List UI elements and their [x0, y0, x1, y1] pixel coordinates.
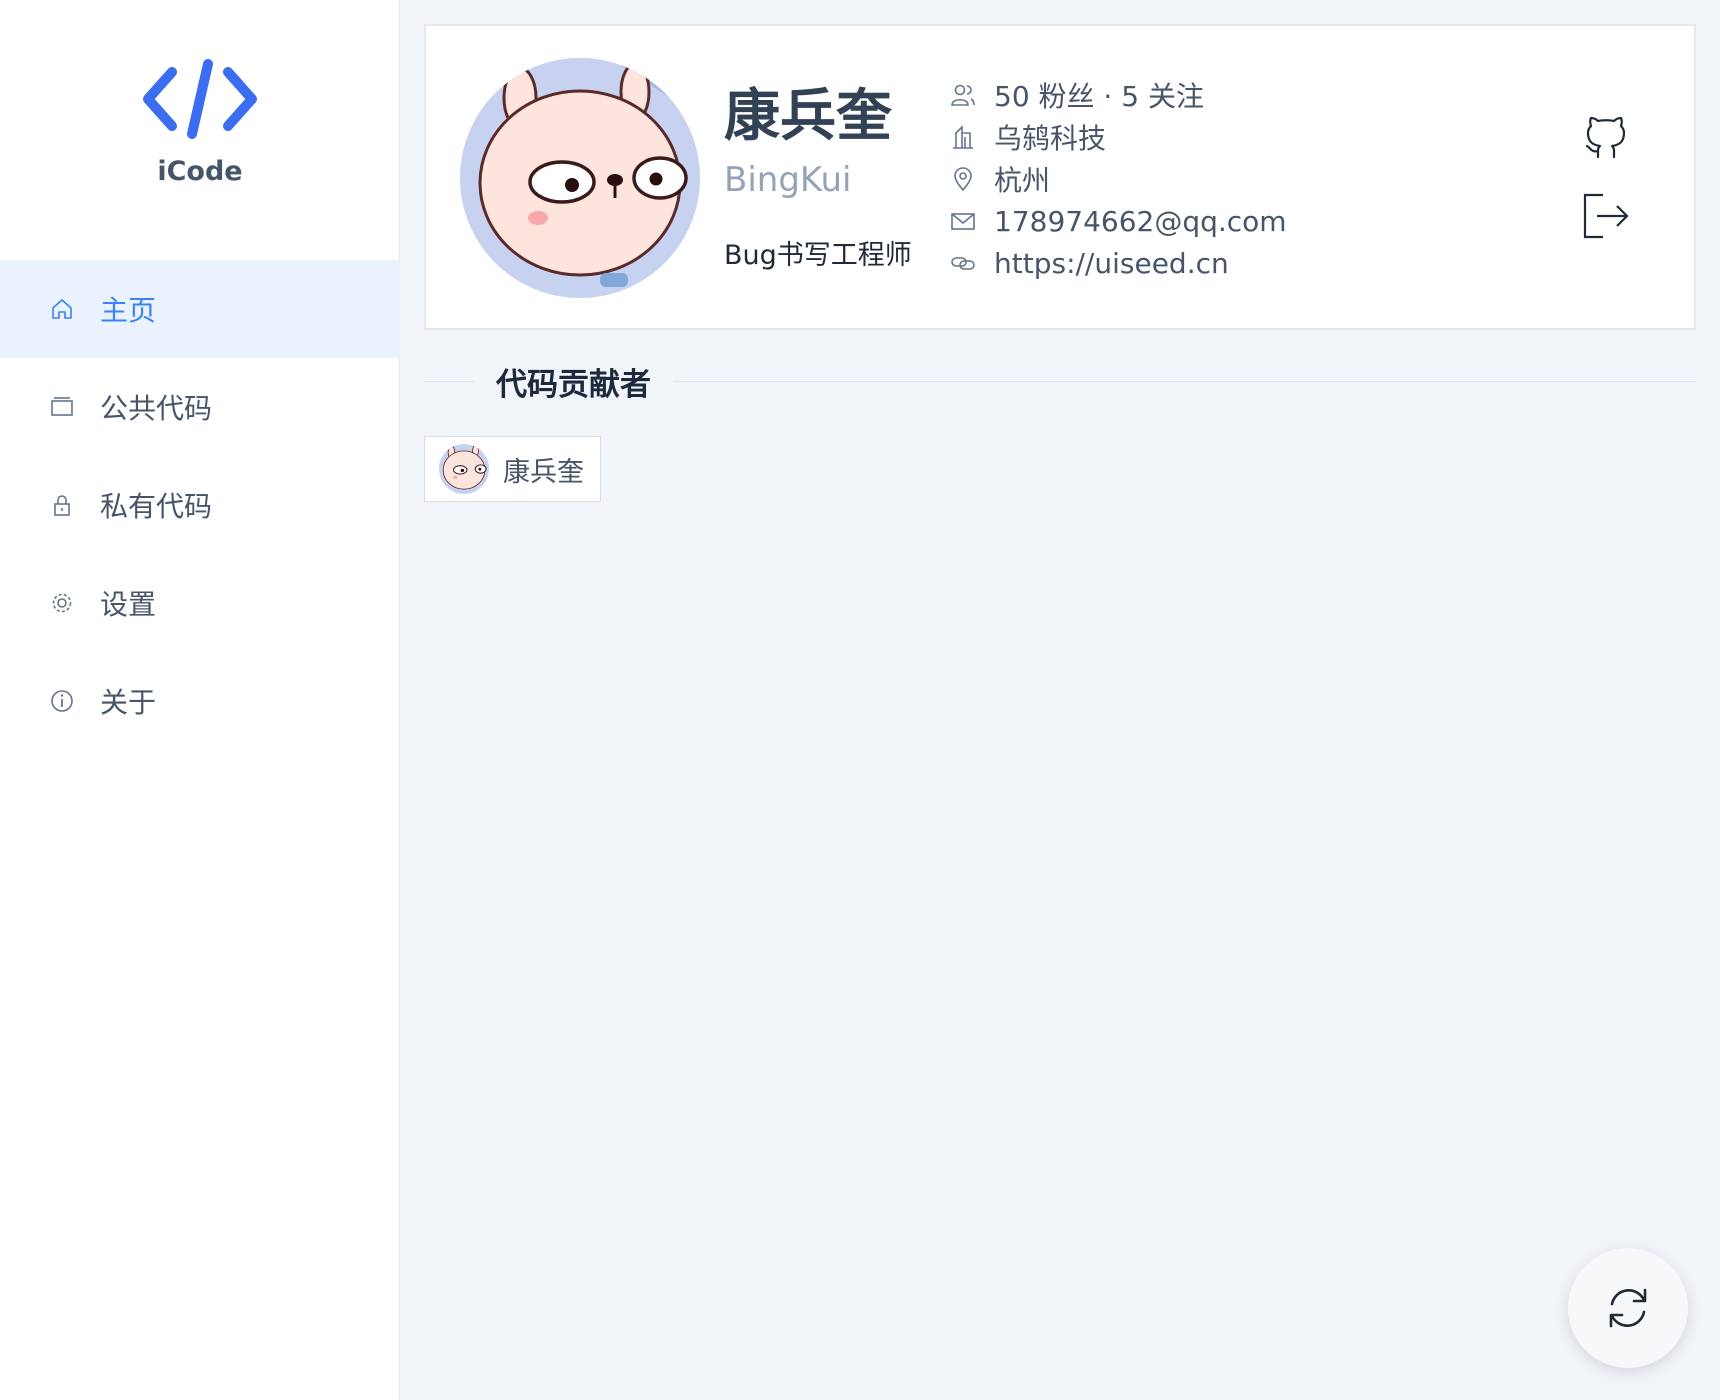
- sidebar-item-about[interactable]: 关于: [0, 652, 400, 750]
- contributor-item[interactable]: 康兵奎: [424, 436, 601, 502]
- github-button[interactable]: [1578, 110, 1634, 166]
- refresh-icon: [1609, 1288, 1647, 1328]
- users-icon: [948, 80, 978, 110]
- info-icon: [48, 687, 76, 715]
- profile-login: BingKui: [724, 159, 852, 200]
- profile-meta: 50 粉丝 · 5 关注 乌鸫科技 杭州 178974662@qq.com ht…: [948, 74, 1287, 284]
- sidebar-item-private-code[interactable]: 私有代码: [0, 456, 400, 554]
- contributor-name: 康兵奎: [503, 456, 584, 488]
- code-logo-icon: [143, 59, 257, 139]
- section-title: 代码贡献者: [496, 366, 651, 403]
- company-text: 乌鸫科技: [994, 122, 1107, 155]
- gear-icon: [48, 589, 76, 617]
- contributor-avatar: [439, 444, 489, 494]
- company-row: 乌鸫科技: [948, 116, 1287, 158]
- profile-bio: Bug书写工程师: [724, 239, 912, 271]
- avatar: [460, 58, 700, 298]
- followers-text: 50 粉丝 · 5 关注: [994, 80, 1204, 113]
- sidebar-nav: 主页 公共代码 私有代码 设置 关于: [0, 260, 400, 750]
- profile-card: 康兵奎 BingKui Bug书写工程师 50 粉丝 · 5 关注 乌鸫科技 杭…: [424, 24, 1696, 330]
- github-icon: [1585, 116, 1626, 159]
- logout-button[interactable]: [1578, 188, 1634, 244]
- logout-icon: [1583, 193, 1629, 239]
- location-text: 杭州: [994, 164, 1051, 197]
- section-header: 代码贡献者: [424, 352, 1696, 410]
- sidebar-item-public-code[interactable]: 公共代码: [0, 358, 400, 456]
- app-logo: iCode: [0, 54, 400, 187]
- sidebar-item-label: 公共代码: [100, 392, 213, 425]
- sidebar-item-label: 设置: [100, 588, 157, 621]
- profile-name-block: 康兵奎 BingKui Bug书写工程师: [724, 86, 912, 272]
- sidebar-item-label: 主页: [100, 294, 157, 327]
- sidebar: iCode 主页 公共代码 私有代码 设置 关于: [0, 0, 400, 1400]
- email-row[interactable]: 178974662@qq.com: [948, 200, 1287, 242]
- home-icon: [48, 295, 76, 323]
- refresh-button[interactable]: [1568, 1248, 1688, 1368]
- app-name: iCode: [157, 156, 243, 187]
- blog-link[interactable]: https://uiseed.cn: [994, 247, 1229, 280]
- email-text: 178974662@qq.com: [994, 204, 1287, 238]
- sidebar-item-label: 关于: [100, 686, 157, 719]
- location-pin-icon: [948, 164, 978, 194]
- link-icon: [948, 248, 978, 278]
- profile-name: 康兵奎: [724, 84, 892, 149]
- sidebar-item-settings[interactable]: 设置: [0, 554, 400, 652]
- divider: [424, 380, 474, 382]
- contributors-list: 康兵奎: [424, 436, 1696, 502]
- divider: [673, 380, 1696, 382]
- cartoon-avatar-image: [460, 58, 700, 298]
- profile-actions: [1578, 110, 1634, 266]
- mail-icon: [948, 206, 978, 236]
- blog-row[interactable]: https://uiseed.cn: [948, 242, 1287, 284]
- main-content: 康兵奎 BingKui Bug书写工程师 50 粉丝 · 5 关注 乌鸫科技 杭…: [424, 24, 1696, 502]
- followers-row: 50 粉丝 · 5 关注: [948, 74, 1287, 116]
- location-row: 杭州: [948, 158, 1287, 200]
- sidebar-item-home[interactable]: 主页: [0, 260, 400, 358]
- folder-icon: [48, 393, 76, 421]
- sidebar-item-label: 私有代码: [100, 490, 213, 523]
- lock-icon: [48, 491, 76, 519]
- building-icon: [948, 122, 978, 152]
